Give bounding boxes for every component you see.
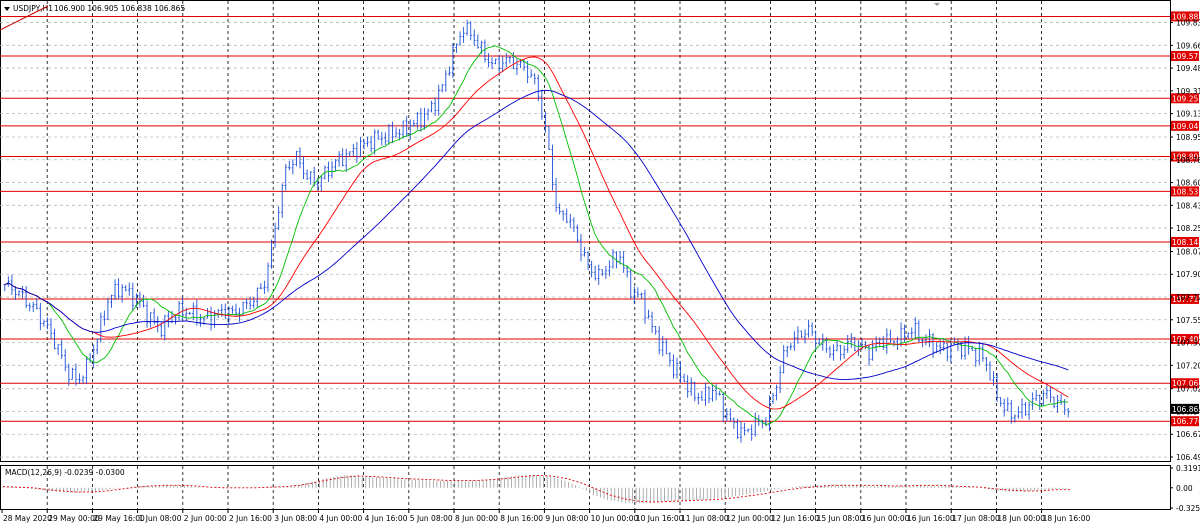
x-tick-label: 2 Jun 16:00 <box>229 514 272 523</box>
y-tick-label: 108.430 <box>1176 201 1200 210</box>
chart-svg: 109.882109.578109.253109.041108.805108.5… <box>0 0 1200 527</box>
x-tick-label: 28 May 2020 <box>3 514 52 523</box>
y-tick-label: 108.780 <box>1176 156 1200 165</box>
chart-window[interactable]: 109.882 109.578 109.253 109.041 108.805 108.5… <box>0 0 1200 527</box>
macd-y-tick-label: -0.3255 <box>1176 504 1200 513</box>
macd-label: MACD(12,26,9) -0.0239 -0.0300 <box>5 468 125 477</box>
x-tick-label: 18 Jun 00:00 <box>997 514 1045 523</box>
y-tick-label: 108.255 <box>1176 224 1200 233</box>
x-tick-label: 17 Jun 08:00 <box>952 514 1000 523</box>
x-tick-label: 15 Jun 08:00 <box>817 514 865 523</box>
y-tick-label: 107.900 <box>1176 270 1200 279</box>
chart-symbol: USDJPY,H1 <box>13 4 53 13</box>
macd-y-tick-label: 0.3191 <box>1176 464 1200 473</box>
level-price-label: 106.770 <box>1172 417 1200 426</box>
y-tick-label: 106.495 <box>1176 453 1200 462</box>
y-tick-label: 107.550 <box>1176 316 1200 325</box>
x-tick-label: 11 Jun 08:00 <box>681 514 729 523</box>
y-tick-label: 109.485 <box>1176 64 1200 73</box>
y-tick-label: 108.955 <box>1176 133 1200 142</box>
level-price-label: 109.041 <box>1172 122 1200 131</box>
x-tick-label: 18 Jun 16:00 <box>1043 514 1091 523</box>
x-tick-label: 29 May 00:00 <box>48 514 100 523</box>
y-tick-label: 107.375 <box>1176 339 1200 348</box>
x-tick-label: 3 Jun 08:00 <box>274 514 317 523</box>
macd-y-tick-label: 0.00 <box>1176 484 1193 493</box>
x-tick-label: 29 May 16:00 <box>93 514 145 523</box>
x-tick-label: 16 Jun 16:00 <box>907 514 955 523</box>
level-price-label: 108.537 <box>1172 187 1200 196</box>
x-tick-label: 1 Jun 08:00 <box>139 514 182 523</box>
ohlc-values: 106.900 106.905 106.838 106.865 <box>54 4 185 13</box>
y-tick-label: 108.605 <box>1176 179 1200 188</box>
y-tick-label: 109.660 <box>1176 41 1200 50</box>
y-tick-label: 109.135 <box>1176 110 1200 119</box>
y-tick-label: 107.725 <box>1176 293 1200 302</box>
x-tick-label: 10 Jun 16:00 <box>636 514 684 523</box>
y-tick-label: 107.020 <box>1176 385 1200 394</box>
x-tick-label: 2 Jun 00:00 <box>184 514 227 523</box>
x-tick-label: 10 Jun 00:00 <box>591 514 639 523</box>
current-price-label: 106.865 <box>1172 405 1200 414</box>
chart-background <box>0 0 1200 527</box>
x-tick-label: 9 Jun 08:00 <box>545 514 588 523</box>
x-tick-label: 16 Jun 00:00 <box>862 514 910 523</box>
level-price-label: 108.148 <box>1172 238 1200 247</box>
y-tick-label: 106.670 <box>1176 430 1200 439</box>
x-tick-label: 4 Jun 16:00 <box>365 514 408 523</box>
x-tick-label: 8 Jun 00:00 <box>455 514 498 523</box>
x-tick-label: 12 Jun 16:00 <box>771 514 819 523</box>
x-tick-label: 5 Jun 08:00 <box>410 514 453 523</box>
x-tick-label: 12 Jun 00:00 <box>726 514 774 523</box>
level-price-label: 109.578 <box>1172 52 1200 61</box>
x-tick-label: 8 Jun 16:00 <box>500 514 543 523</box>
y-tick-label: 108.075 <box>1176 247 1200 256</box>
x-tick-label: 4 Jun 00:00 <box>319 514 362 523</box>
y-tick-label: 107.200 <box>1176 361 1200 370</box>
y-tick-label: 109.310 <box>1176 87 1200 96</box>
y-tick-label: 109.835 <box>1176 19 1200 28</box>
